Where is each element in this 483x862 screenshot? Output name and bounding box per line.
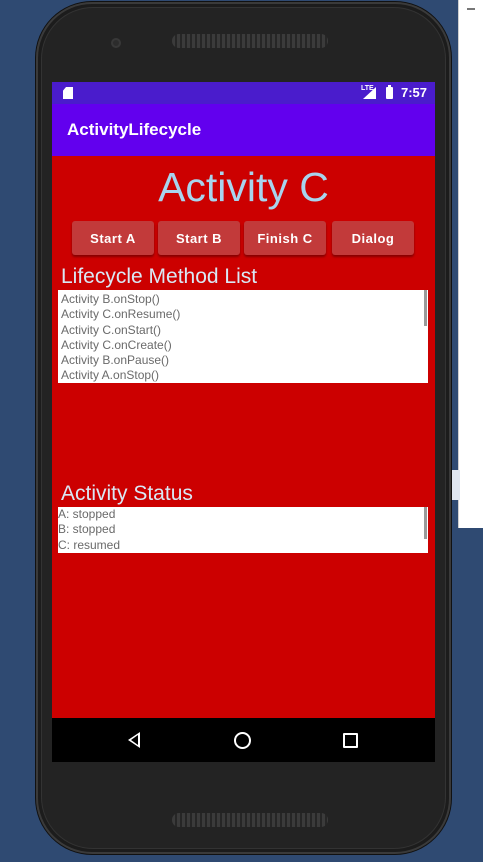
status-list-scrollbar[interactable]: [424, 507, 427, 539]
lte-indicator: LTE: [361, 85, 374, 92]
battery-icon: [386, 85, 393, 99]
start-a-button[interactable]: Start A: [72, 221, 154, 255]
app-bar: ActivityLifecycle: [52, 104, 435, 156]
background-strip: [450, 470, 460, 500]
navigation-bar: [52, 718, 435, 762]
list-item: Activity A.onStop(): [61, 368, 160, 383]
bottom-speaker-grille: [172, 813, 328, 827]
background-ide-window: [458, 0, 483, 528]
start-b-button[interactable]: Start B: [158, 221, 240, 255]
lifecycle-list-scrollbar[interactable]: [424, 290, 427, 326]
activity-status-heading: Activity Status: [61, 482, 193, 505]
status-time: 7:57: [401, 85, 428, 100]
finish-c-button[interactable]: Finish C: [244, 221, 326, 255]
recents-icon[interactable]: [343, 733, 358, 748]
list-item: Activity C.onCreate(): [61, 337, 172, 352]
front-camera: [111, 38, 121, 48]
activity-status-list[interactable]: A: stopped B: stopped C: resumed: [58, 507, 428, 553]
list-item: C: resumed: [58, 537, 121, 552]
home-icon[interactable]: [234, 732, 251, 749]
list-item: A: stopped: [58, 507, 116, 521]
status-bar: LTE 7:57: [52, 82, 435, 104]
lifecycle-heading: Lifecycle Method List: [61, 265, 258, 288]
list-item: Activity B.onStop(): [61, 292, 160, 306]
app-title: ActivityLifecycle: [67, 120, 202, 139]
dialog-button[interactable]: Dialog: [332, 221, 414, 255]
list-item: Activity B.onPause(): [61, 353, 170, 368]
list-item: Activity C.onResume(): [61, 307, 181, 322]
lifecycle-method-list[interactable]: Activity B.onStop() Activity C.onResume(…: [58, 290, 428, 383]
window-dash-mark: [467, 8, 475, 10]
top-speaker-grille: [172, 34, 328, 48]
sd-card-icon: [63, 87, 73, 99]
back-icon[interactable]: [128, 732, 140, 748]
activity-title: Activity C: [158, 164, 329, 210]
list-item: B: stopped: [58, 522, 116, 537]
device-screen: LTE 7:57 ActivityLifecycle Activity C St…: [52, 82, 435, 762]
list-item: Activity C.onStart(): [61, 322, 162, 337]
